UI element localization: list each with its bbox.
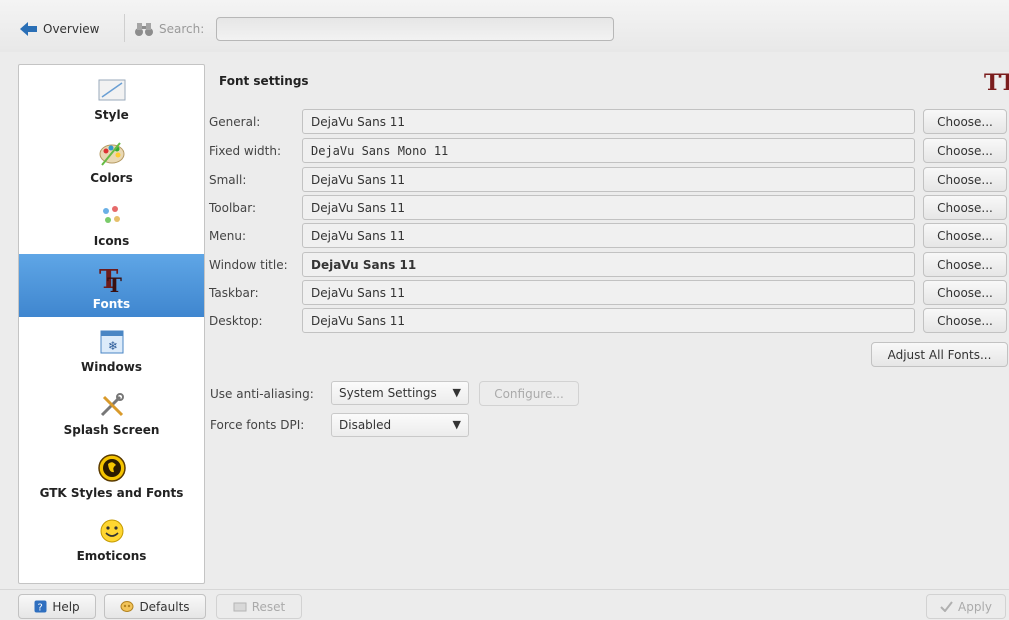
sidebar-item-style[interactable]: Style xyxy=(19,65,204,128)
font-row-window-title: Window title: DejaVu Sans 11 Choose... xyxy=(209,252,1009,278)
font-value-field: DejaVu Sans 11 xyxy=(302,252,915,277)
chevron-down-icon: ▼ xyxy=(452,418,461,431)
reset-icon xyxy=(233,602,247,611)
windows-icon: ❄ xyxy=(96,326,128,358)
gtk-icon xyxy=(96,452,128,484)
font-label: Taskbar: xyxy=(209,286,259,300)
sidebar-item-emoticons[interactable]: Emoticons xyxy=(19,506,204,569)
style-icon xyxy=(96,74,128,106)
font-label: General: xyxy=(209,115,261,129)
dpi-select[interactable]: Disabled ▼ xyxy=(331,413,469,437)
defaults-button[interactable]: Defaults xyxy=(104,594,206,619)
sidebar-item-fonts[interactable]: T T Fonts xyxy=(19,254,204,317)
fonts-icon: T T xyxy=(96,263,128,295)
svg-text:?: ? xyxy=(38,603,43,614)
configure-button[interactable]: Configure... xyxy=(479,381,579,406)
sidebar-item-icons[interactable]: Icons xyxy=(19,191,204,254)
font-value-field: DejaVu Sans Mono 11 xyxy=(302,138,915,163)
antialias-value: System Settings xyxy=(339,386,437,400)
apply-button[interactable]: Apply xyxy=(926,594,1006,619)
help-icon: ? xyxy=(34,600,47,613)
sidebar-item-gtk-styles-and-fonts[interactable]: GTK Styles and Fonts xyxy=(19,443,204,506)
sidebar-item-label: Windows xyxy=(81,360,142,374)
reset-label: Reset xyxy=(251,599,286,614)
defaults-icon xyxy=(120,601,134,612)
font-label: Toolbar: xyxy=(209,201,257,215)
svg-text:❄: ❄ xyxy=(108,339,118,353)
overview-button[interactable]: Overview xyxy=(14,14,106,44)
dpi-value: Disabled xyxy=(339,418,392,432)
sidebar-item-label: Emoticons xyxy=(76,549,147,563)
colors-icon xyxy=(96,137,128,169)
font-label: Menu: xyxy=(209,229,246,243)
choose-button[interactable]: Choose... xyxy=(923,195,1007,220)
font-value-field: DejaVu Sans 11 xyxy=(302,223,915,248)
sidebar-item-label: GTK Styles and Fonts xyxy=(39,486,184,500)
sidebar-item-label: Colors xyxy=(90,171,133,185)
back-arrow-icon xyxy=(20,22,37,36)
font-value-field: DejaVu Sans 11 xyxy=(302,308,915,333)
sidebar-item-label: Icons xyxy=(93,234,130,248)
choose-button[interactable]: Choose... xyxy=(923,280,1007,305)
toolbar: Overview Search: xyxy=(0,0,1009,52)
font-row-toolbar: Toolbar: DejaVu Sans 11 Choose... xyxy=(209,195,1009,221)
font-value-field: DejaVu Sans 11 xyxy=(302,195,915,220)
emoticons-icon xyxy=(96,515,128,547)
sidebar-item-windows[interactable]: ❄ Windows xyxy=(19,317,204,380)
toolbar-separator xyxy=(124,14,125,42)
help-label: Help xyxy=(52,599,80,614)
fonts-header-icon: TT xyxy=(984,70,1009,96)
overview-label: Overview xyxy=(43,22,100,36)
search-input[interactable] xyxy=(216,17,614,41)
icons-icon xyxy=(96,200,128,232)
font-label: Small: xyxy=(209,173,247,187)
dpi-label: Force fonts DPI: xyxy=(210,418,305,432)
font-row-fixed-width: Fixed width: DejaVu Sans Mono 11 Choose.… xyxy=(209,138,1009,164)
search-label-group: Search: xyxy=(128,14,210,44)
antialias-select[interactable]: System Settings ▼ xyxy=(331,381,469,405)
choose-button[interactable]: Choose... xyxy=(923,167,1007,192)
adjust-all-fonts-button[interactable]: Adjust All Fonts... xyxy=(871,342,1008,367)
font-label: Fixed width: xyxy=(209,144,282,158)
footer-divider xyxy=(0,589,1009,590)
page-title: Font settings xyxy=(219,74,309,88)
sidebar-item-label: Splash Screen xyxy=(63,423,160,437)
font-row-taskbar: Taskbar: DejaVu Sans 11 Choose... xyxy=(209,280,1009,306)
defaults-label: Defaults xyxy=(139,599,190,614)
sidebar-item-colors[interactable]: Colors xyxy=(19,128,204,191)
help-button[interactable]: ? Help xyxy=(18,594,96,619)
font-label: Desktop: xyxy=(209,314,263,328)
svg-text:T: T xyxy=(107,273,122,294)
choose-button[interactable]: Choose... xyxy=(923,252,1007,277)
sidebar: Style Colors Icons T T Fonts ❄ Windows S… xyxy=(18,64,205,584)
font-label: Window title: xyxy=(209,258,288,272)
sidebar-item-splash-screen[interactable]: Splash Screen xyxy=(19,380,204,443)
font-row-general: General: DejaVu Sans 11 Choose... xyxy=(209,109,1009,135)
check-icon xyxy=(940,601,953,612)
splash-screen-icon xyxy=(96,389,128,421)
reset-button[interactable]: Reset xyxy=(216,594,302,619)
binoculars-icon xyxy=(135,23,153,36)
sidebar-item-label: Style xyxy=(94,108,129,122)
choose-button[interactable]: Choose... xyxy=(923,308,1007,333)
font-row-desktop: Desktop: DejaVu Sans 11 Choose... xyxy=(209,308,1009,334)
search-label: Search: xyxy=(159,22,205,36)
font-value-field: DejaVu Sans 11 xyxy=(302,167,915,192)
apply-label: Apply xyxy=(958,599,992,614)
chevron-down-icon: ▼ xyxy=(452,386,461,399)
font-value-field: DejaVu Sans 11 xyxy=(302,109,915,134)
choose-button[interactable]: Choose... xyxy=(923,138,1007,163)
antialias-label: Use anti-aliasing: xyxy=(210,387,314,401)
choose-button[interactable]: Choose... xyxy=(923,109,1007,134)
font-value-field: DejaVu Sans 11 xyxy=(302,280,915,305)
sidebar-item-label: Fonts xyxy=(92,297,131,311)
font-row-small: Small: DejaVu Sans 11 Choose... xyxy=(209,167,1009,193)
choose-button[interactable]: Choose... xyxy=(923,223,1007,248)
font-row-menu: Menu: DejaVu Sans 11 Choose... xyxy=(209,223,1009,249)
